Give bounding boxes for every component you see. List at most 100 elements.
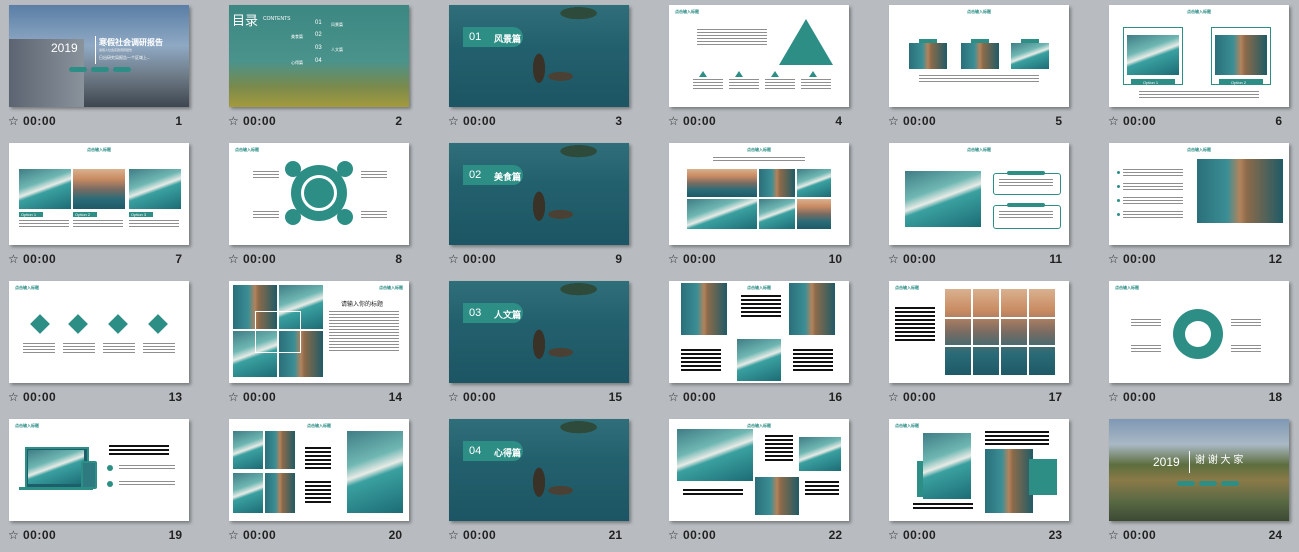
photo [1127,35,1179,75]
slide-thumbnail-6[interactable]: 点击输入标题 Option 1 Option 2 [1109,5,1289,107]
caption-label: Option 2 [1231,80,1247,85]
toc-item-2-number: 02 [315,32,322,38]
slide-thumbnail-16[interactable]: 点击输入标题 [669,281,849,383]
slide-number: 1 [175,114,182,128]
body-text [361,211,387,219]
divider [95,36,96,64]
slide-thumbnail-7[interactable]: 点击输入标题 Option 1 Option 2 Option 3 [9,143,189,245]
slide-thumbnail-15[interactable]: 03 人文篇 [449,281,629,383]
star-icon[interactable]: ☆ [888,390,899,404]
star-icon[interactable]: ☆ [668,390,679,404]
star-icon[interactable]: ☆ [228,528,239,542]
slide-thumbnail-17[interactable]: 点击输入标题 [889,281,1069,383]
photo [961,43,999,69]
search-icon [108,314,128,334]
body-text [119,465,175,471]
body-text [109,445,169,457]
star-icon[interactable]: ☆ [8,528,19,542]
slide-thumbnail-13[interactable]: 点击输入标题 [9,281,189,383]
star-icon[interactable]: ☆ [448,528,459,542]
bullet [1117,199,1120,202]
slide-thumbnail-11[interactable]: 点击输入标题 [889,143,1069,245]
star-icon[interactable]: ☆ [448,114,459,128]
slide-number: 16 [828,390,842,404]
slide-thumb-cell: 点击输入标题 ☆ 00:00 10 [660,138,880,276]
grid-line [1027,289,1029,375]
slide-thumbnail-4[interactable]: 点击输入标题 [669,5,849,107]
slide-thumbnail-20[interactable]: 点击输入标题 [229,419,409,521]
slide-meta: ☆ 00:00 5 [888,114,1068,130]
star-icon[interactable]: ☆ [1108,390,1119,404]
slide-header: 点击输入标题 [675,9,699,14]
cycle-node [285,161,301,177]
slide-thumb-cell: 点击输入标题 ☆ 00:00 20 [220,414,440,552]
triangle-icon [735,71,743,77]
slide-meta: ☆ 00:00 18 [1108,390,1288,406]
photo [233,473,263,513]
cycle-node [337,161,353,177]
slide-thumb-cell: 点击输入标题 ☆ 00:00 12 [1100,138,1299,276]
slide-thumbnail-14[interactable]: 点击输入标题 请输入你的标题 [229,281,409,383]
slide-thumbnail-19[interactable]: 点击输入标题 [9,419,189,521]
thanks-title: 谢 谢 大 家 [1195,455,1244,466]
slide-thumb-cell: 点击输入标题 ☆ 00:00 16 [660,276,880,414]
chart-icon [68,314,88,334]
star-icon[interactable]: ☆ [1108,528,1119,542]
body-text [713,157,805,162]
slide-thumb-cell: 目录 CONTENTS 01 风景篇 02 美食篇 03 人文篇 04 心得篇 … [220,0,440,138]
slide-timing: 00:00 [683,390,717,404]
slide-thumbnail-10[interactable]: 点击输入标题 [669,143,849,245]
slide-thumbnail-22[interactable]: 点击输入标题 [669,419,849,521]
star-icon[interactable]: ☆ [228,114,239,128]
triangle-icon [809,71,817,77]
slide-number: 7 [175,252,182,266]
star-icon[interactable]: ☆ [228,252,239,266]
slide-thumbnail-21[interactable]: 04 心得篇 [449,419,629,521]
photo [265,473,295,513]
photo [759,169,795,197]
body-text [253,171,279,179]
star-icon[interactable]: ☆ [668,528,679,542]
star-icon[interactable]: ☆ [888,528,899,542]
slide-thumbnail-3[interactable]: 01 风景篇 [449,5,629,107]
pill-button [69,67,87,72]
star-icon[interactable]: ☆ [448,252,459,266]
slide-thumbnail-8[interactable]: 点击输入标题 [229,143,409,245]
slide-thumb-cell: 点击输入标题 ☆ 00:00 22 [660,414,880,552]
slide-thumbnail-1[interactable]: 2019 寒假社会调研报告 暑假人社会实践调研报告 日出研究局报告一个区域上-- [9,5,189,107]
slide-meta: ☆ 00:00 6 [1108,114,1288,130]
slide-thumbnail-2[interactable]: 目录 CONTENTS 01 风景篇 02 美食篇 03 人文篇 04 心得篇 [229,5,409,107]
star-icon[interactable]: ☆ [888,114,899,128]
slide-thumbnail-24[interactable]: 2019 谢 谢 大 家 [1109,419,1289,521]
overlay-frame [255,311,301,353]
star-icon[interactable]: ☆ [1108,114,1119,128]
body-text [919,75,1039,83]
slide-thumbnail-9[interactable]: 02 美食篇 [449,143,629,245]
star-icon[interactable]: ☆ [8,390,19,404]
star-icon[interactable]: ☆ [888,252,899,266]
body-text [143,343,175,355]
slide-thumbnail-23[interactable]: 点击输入标题 [889,419,1069,521]
slide-thumbnail-5[interactable]: 点击输入标题 [889,5,1069,107]
star-icon[interactable]: ☆ [8,114,19,128]
star-icon[interactable]: ☆ [668,252,679,266]
toc-subtitle: CONTENTS [263,16,291,22]
slide-header: 点击输入标题 [967,9,991,14]
star-icon[interactable]: ☆ [228,390,239,404]
star-icon[interactable]: ☆ [8,252,19,266]
body-text [1131,319,1161,327]
photo [755,477,799,515]
star-icon[interactable]: ☆ [1108,252,1119,266]
slide-timing: 00:00 [243,390,277,404]
star-icon[interactable]: ☆ [448,390,459,404]
body-text [801,79,831,89]
slide-thumbnail-18[interactable]: 点击输入标题 [1109,281,1289,383]
photo [233,431,263,469]
slide-thumbnail-12[interactable]: 点击输入标题 [1109,143,1289,245]
slide-timing: 00:00 [23,114,57,128]
photo [797,199,831,229]
star-icon[interactable]: ☆ [668,114,679,128]
slide-timing: 00:00 [1123,252,1157,266]
photo [909,43,947,69]
slide-timing: 00:00 [243,528,277,542]
